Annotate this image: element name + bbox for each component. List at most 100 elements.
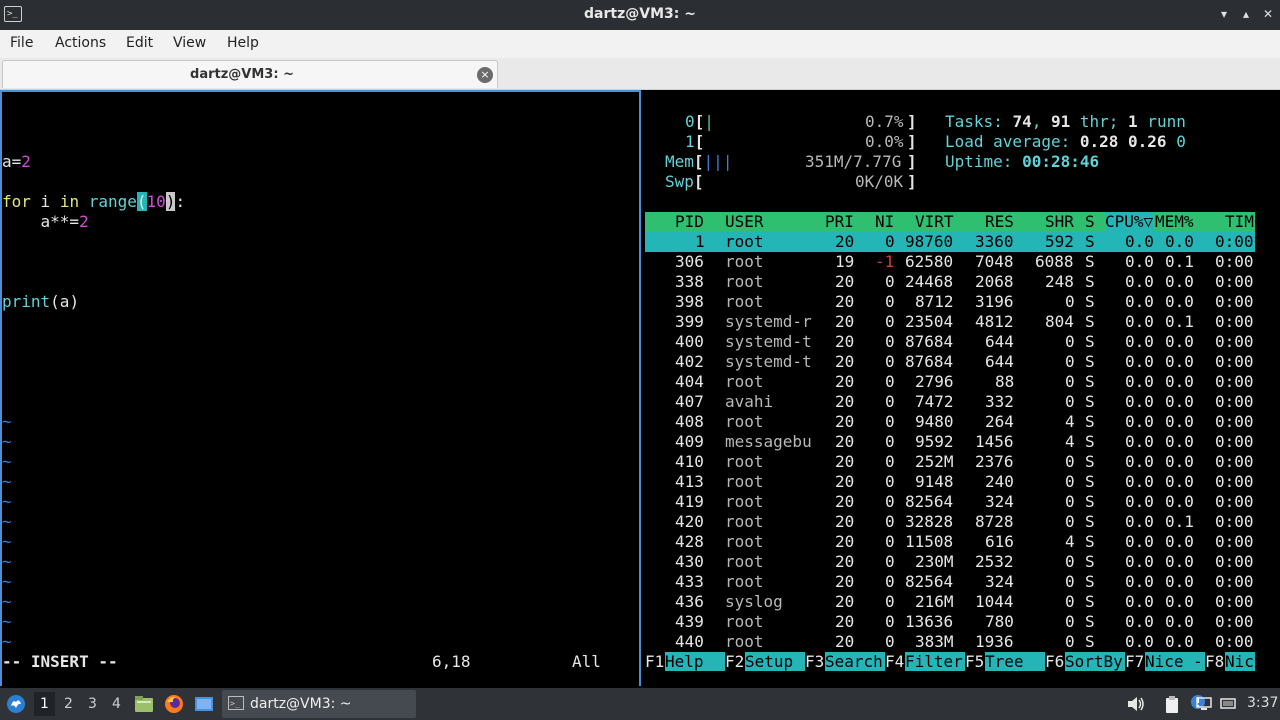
column-header-virt[interactable]: VIRT (915, 212, 954, 232)
cell-pri: 20 (835, 392, 855, 411)
workspace-1[interactable]: 1 (34, 692, 55, 716)
cell-res: 264 (985, 412, 1014, 431)
cell-cpu: 0.0 (1125, 252, 1154, 271)
empty-line-marker: ~ (2, 492, 12, 511)
fkey-sortby[interactable]: SortBy (1065, 652, 1125, 671)
cell-user: syslog (725, 592, 783, 611)
fkey-f2[interactable]: F2 (725, 652, 744, 671)
cell-virt: 252M (915, 452, 954, 471)
cell-virt: 82564 (905, 492, 954, 511)
menu-view[interactable]: View (173, 35, 206, 51)
maximize-button[interactable]: ▴ (1239, 7, 1253, 21)
cell-time: 0:00 (1215, 292, 1254, 311)
clipboard-icon[interactable] (1164, 696, 1180, 714)
column-header-ni[interactable]: NI (875, 212, 894, 232)
column-header-s[interactable]: S (1085, 212, 1095, 232)
start-menu-icon[interactable] (6, 694, 26, 714)
cell-res: 3196 (975, 292, 1014, 311)
cell-pid: 430 (675, 552, 704, 571)
fkey-f6[interactable]: F6 (1045, 652, 1064, 671)
cell-virt: 9480 (915, 412, 954, 431)
fkey-f3[interactable]: F3 (805, 652, 824, 671)
fkey-f8[interactable]: F8 (1205, 652, 1224, 671)
tab-close-icon[interactable]: × (477, 67, 493, 83)
cell-shr: 4 (1065, 412, 1075, 431)
menu-bar: File Actions Edit View Help (0, 30, 1280, 58)
clock[interactable]: 3:37 (1247, 695, 1278, 711)
cell-ni: 0 (885, 612, 895, 631)
cell-ni: 0 (885, 432, 895, 451)
cell-pri: 20 (835, 572, 855, 591)
display-icon[interactable] (1196, 697, 1212, 711)
column-header-shr[interactable]: SHR (1045, 212, 1074, 232)
column-header-time[interactable]: TIM (1225, 212, 1254, 232)
cell-ni: 0 (885, 392, 895, 411)
vim-cursor-position: 6,18 (432, 652, 471, 671)
htop-pane[interactable]: 0[| 0.7% ] 1[ 0.0% ] Mem[||| 351M/7.77G … (645, 90, 1280, 688)
cell-shr: 0 (1065, 492, 1075, 511)
fkey-setup[interactable]: Setup (745, 652, 805, 671)
tab-terminal[interactable]: dartz@VM3: ~ × (2, 60, 498, 88)
menu-file[interactable]: File (10, 35, 33, 51)
code-line-print: print(a) (2, 292, 80, 311)
cell-pid: 338 (675, 272, 704, 291)
menu-edit[interactable]: Edit (126, 35, 153, 51)
cell-pri: 20 (835, 472, 855, 491)
vim-pane[interactable]: a=2 for i in range(10): a**=2 print(a) ~… (0, 90, 641, 686)
fkey-f1[interactable]: F1 (645, 652, 664, 671)
cell-time: 0:00 (1215, 512, 1254, 531)
cell-virt: 11508 (905, 532, 954, 551)
cell-virt: 230M (915, 552, 954, 571)
fkey-f4[interactable]: F4 (885, 652, 904, 671)
cell-s: S (1085, 552, 1095, 571)
column-header-pri[interactable]: PRI (825, 212, 854, 232)
fkey-nice-minus[interactable]: Nice - (1145, 652, 1205, 671)
fkey-f7[interactable]: F7 (1125, 652, 1144, 671)
column-header-pid[interactable]: PID (675, 212, 704, 232)
workspace-2[interactable]: 2 (64, 696, 73, 712)
fkey-help[interactable]: Help (665, 652, 725, 671)
cell-pri: 20 (835, 532, 855, 551)
menu-actions[interactable]: Actions (55, 35, 106, 51)
network-icon[interactable] (1220, 697, 1236, 711)
column-header-user[interactable]: USER (725, 212, 764, 232)
cell-user: root (725, 512, 764, 531)
cell-mem: 0.0 (1165, 452, 1194, 471)
cell-time: 0:00 (1215, 332, 1254, 351)
taskbar-terminal-task[interactable]: >_ dartz@VM3: ~ (222, 690, 416, 718)
cell-s: S (1085, 412, 1095, 431)
fkey-tree[interactable]: Tree (985, 652, 1045, 671)
cell-mem: 0.0 (1165, 372, 1194, 391)
window-titlebar: >_ dartz@VM3: ~ ▾ ▴ ✕ (0, 0, 1280, 30)
volume-icon[interactable] (1127, 696, 1145, 712)
fkey-nice-plus[interactable]: Nic (1225, 652, 1255, 671)
terminal-area[interactable]: a=2 for i in range(10): a**=2 print(a) ~… (0, 90, 1280, 688)
minimize-button[interactable]: ▾ (1217, 7, 1231, 21)
close-window-button[interactable]: ✕ (1261, 7, 1275, 21)
fkey-f5[interactable]: F5 (965, 652, 984, 671)
fkey-search[interactable]: Search (825, 652, 885, 671)
workspace-3[interactable]: 3 (88, 696, 97, 712)
column-header-cpu[interactable]: CPU%▽ (1105, 212, 1154, 232)
menu-help[interactable]: Help (227, 35, 259, 51)
cell-pid: 428 (675, 532, 704, 551)
firefox-icon[interactable] (164, 694, 184, 714)
cell-mem: 0.1 (1165, 312, 1194, 331)
cell-mem: 0.1 (1165, 512, 1194, 531)
workspace-4[interactable]: 4 (112, 696, 121, 712)
vim-scroll-indicator: All (572, 652, 601, 671)
cell-cpu: 0.0 (1125, 432, 1154, 451)
cell-cpu: 0.0 (1125, 332, 1154, 351)
show-desktop-icon[interactable] (194, 695, 214, 713)
column-header-res[interactable]: RES (985, 212, 1014, 232)
cell-time: 0:00 (1215, 532, 1254, 551)
cell-cpu: 0.0 (1125, 232, 1154, 251)
cell-time: 0:00 (1215, 552, 1254, 571)
taskbar-task-label: dartz@VM3: ~ (250, 696, 352, 712)
empty-line-marker: ~ (2, 512, 12, 531)
fkey-filter[interactable]: Filter (905, 652, 965, 671)
file-manager-icon[interactable] (134, 695, 154, 713)
cell-virt: 383M (915, 632, 954, 651)
cell-time: 0:00 (1215, 472, 1254, 491)
column-header-mem[interactable]: MEM% (1155, 212, 1194, 232)
